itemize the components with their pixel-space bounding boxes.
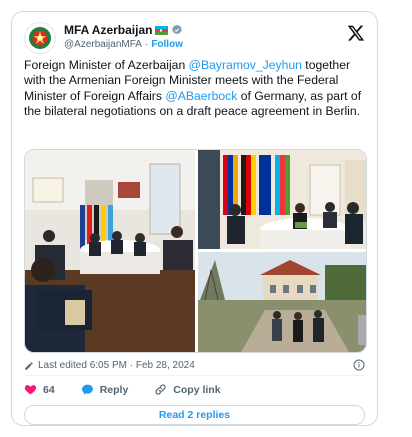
verified-icon bbox=[172, 24, 183, 35]
edit-pencil-icon bbox=[25, 361, 33, 370]
edited-timestamp[interactable]: Last edited 6:05 PM · Feb 28, 2024 bbox=[24, 360, 195, 371]
photo-bilateral-table[interactable] bbox=[198, 150, 367, 249]
follow-button[interactable]: Follow bbox=[151, 39, 183, 50]
tweet-text-part: Foreign Minister of Azerbaijan bbox=[24, 58, 189, 72]
photo-outdoor-walk[interactable] bbox=[198, 252, 367, 353]
flag-icon bbox=[155, 25, 169, 35]
reply-label: Reply bbox=[99, 383, 129, 396]
mention-bayramov-link[interactable]: @Bayramov_Jeyhun bbox=[189, 58, 302, 72]
read-replies-label: Read 2 replies bbox=[158, 409, 231, 421]
copy-link-label: Copy link bbox=[173, 383, 221, 396]
read-replies-button[interactable]: Read 2 replies bbox=[24, 405, 365, 425]
link-icon bbox=[155, 384, 166, 395]
photo-grid bbox=[24, 149, 367, 353]
account-handle[interactable]: @AzerbaijanMFA bbox=[64, 39, 142, 50]
info-icon[interactable] bbox=[353, 359, 365, 371]
mention-baerbock-link[interactable]: @ABaerbock bbox=[165, 89, 237, 103]
like-count: 64 bbox=[43, 383, 55, 396]
reply-button[interactable]: Reply bbox=[81, 383, 129, 396]
separator-dot: · bbox=[144, 39, 149, 50]
copy-link-button[interactable]: Copy link bbox=[154, 383, 221, 396]
x-logo-icon[interactable] bbox=[347, 24, 365, 42]
like-button[interactable]: 64 bbox=[24, 383, 55, 396]
divider bbox=[24, 375, 365, 376]
tweet-header: MFA Azerbaijan @AzerbaijanMFA · Follow bbox=[24, 22, 365, 58]
tweet-card: MFA Azerbaijan @AzerbaijanMFA · Follow F… bbox=[11, 11, 378, 426]
reply-icon bbox=[81, 384, 93, 395]
account-name[interactable]: MFA Azerbaijan bbox=[64, 23, 152, 37]
action-bar: 64 Reply Copy link bbox=[24, 383, 247, 396]
heart-icon bbox=[24, 385, 37, 395]
photo-meeting-room[interactable] bbox=[25, 150, 195, 353]
emblem-icon bbox=[29, 27, 51, 49]
edited-text: Last edited 6:05 PM · Feb 28, 2024 bbox=[38, 360, 195, 371]
avatar[interactable] bbox=[24, 22, 56, 54]
tweet-text: Foreign Minister of Azerbaijan @Bayramov… bbox=[24, 58, 367, 119]
